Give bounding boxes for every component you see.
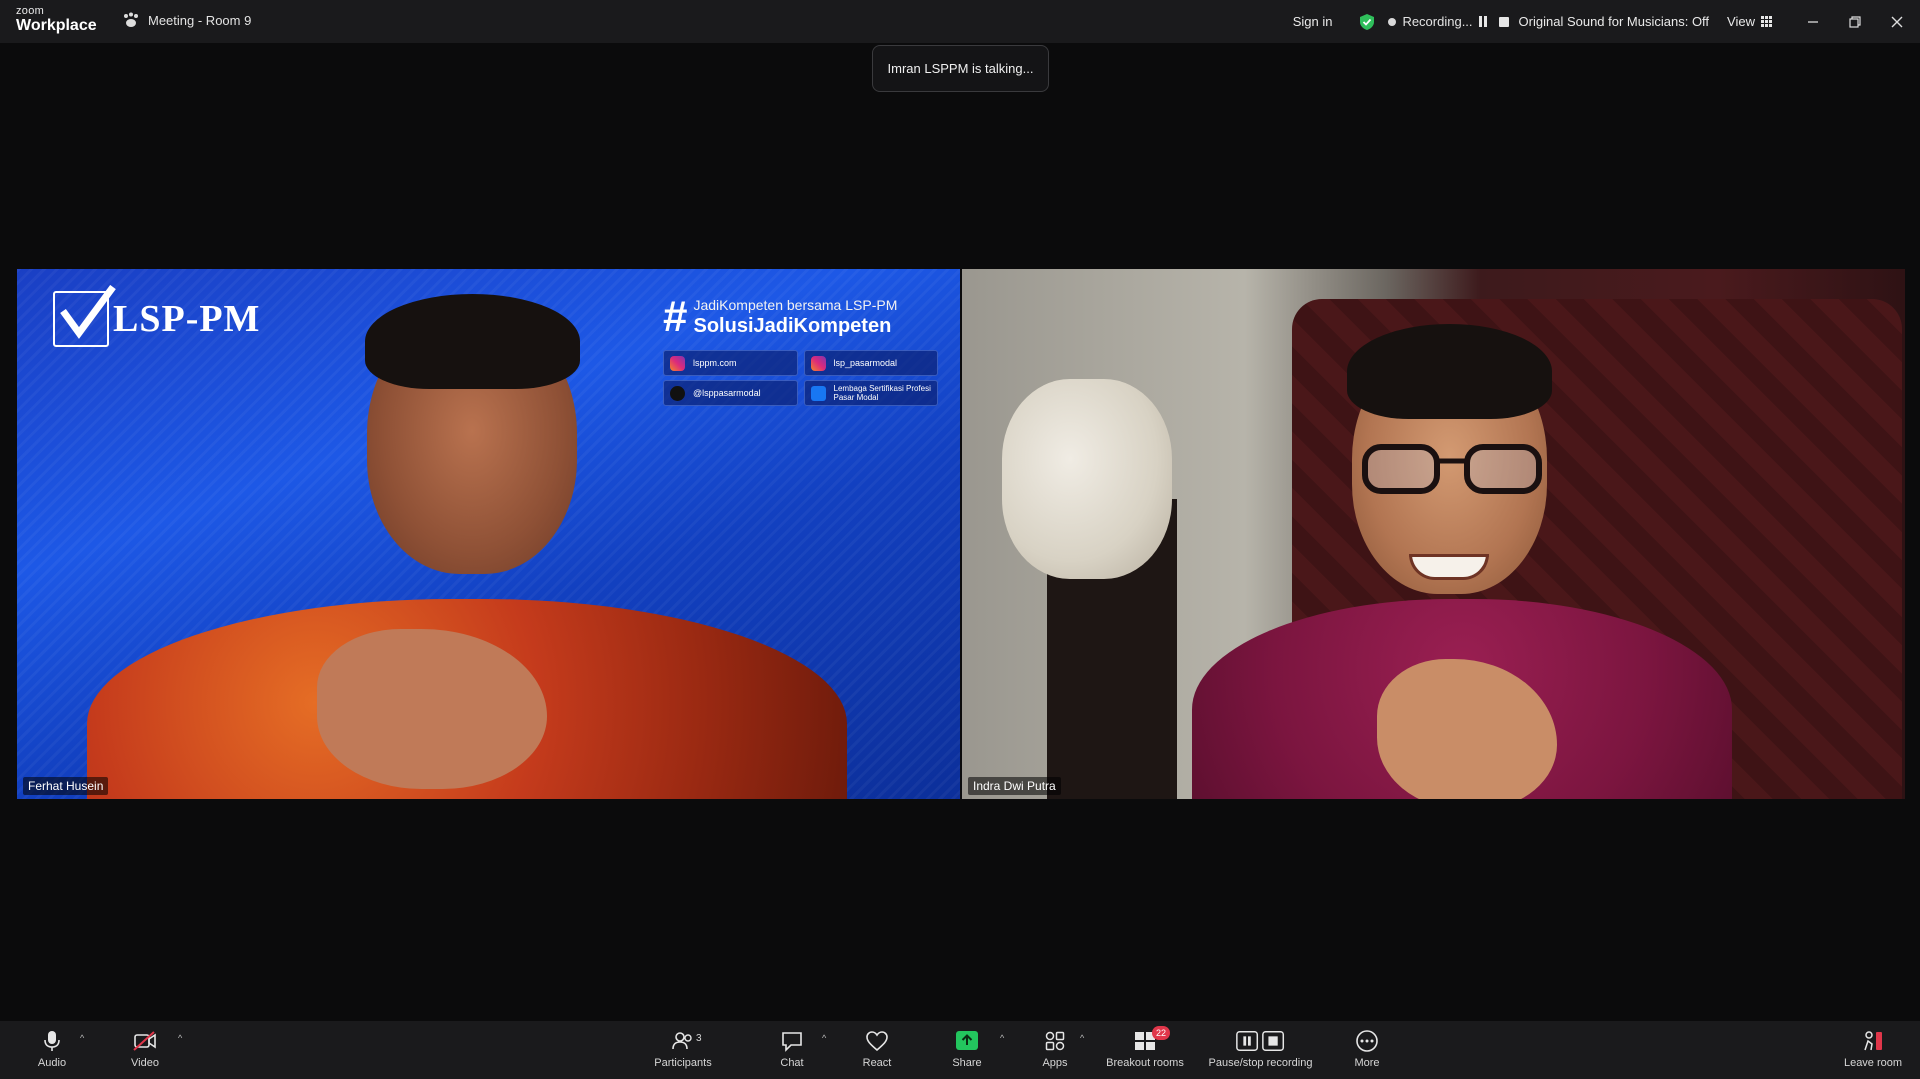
hashtag-line-2: SolusiJadiKompeten	[693, 315, 892, 337]
social-text: lsppm.com	[693, 358, 737, 368]
logo-bottom-text: Workplace	[16, 17, 97, 34]
recording-label: Recording...	[1402, 14, 1473, 29]
hashtag-icon: #	[663, 292, 688, 341]
lsp-pm-logo: LSP-PM	[53, 285, 261, 347]
microphone-icon	[44, 1031, 60, 1051]
background-banner: # JadiKompeten bersama LSP-PM SolusiJadi…	[663, 292, 938, 406]
social-text: lsp_pasarmodal	[833, 358, 898, 368]
video-tile-indra[interactable]: Indra Dwi Putra	[962, 269, 1905, 799]
video-tile-ferhat[interactable]: LSP-PM # JadiKompeten bersama LSP-PM Sol…	[17, 269, 960, 799]
react-label: React	[862, 1057, 892, 1069]
view-button[interactable]: View	[1727, 14, 1772, 29]
paw-icon	[124, 12, 138, 27]
video-options-chevron-icon[interactable]: ^	[178, 1033, 182, 1043]
instagram-icon	[810, 355, 826, 371]
social-text: @lsppasarmodal	[693, 388, 761, 398]
social-icon	[810, 385, 826, 401]
security-shield-icon[interactable]	[1358, 13, 1376, 31]
social-text: Lembaga Sertifikasi Profesi Pasar Modal	[833, 384, 931, 402]
audio-label: Audio	[37, 1057, 67, 1069]
view-label: View	[1727, 14, 1755, 29]
chat-label: Chat	[780, 1057, 804, 1069]
participant-name-tag: Indra Dwi Putra	[968, 777, 1061, 795]
meeting-title: Meeting - Room 9	[148, 12, 252, 28]
pause-stop-recording-button[interactable]: Pause/stop recording	[1193, 1029, 1328, 1069]
logo-top-text: zoom	[16, 5, 45, 17]
share-options-chevron-icon[interactable]: ^	[1000, 1033, 1004, 1043]
video-label: Video	[131, 1057, 159, 1069]
video-button[interactable]: Video	[100, 1029, 190, 1069]
chat-icon	[782, 1032, 802, 1052]
apps-options-chevron-icon[interactable]: ^	[1080, 1033, 1084, 1043]
more-button[interactable]: More	[1322, 1029, 1412, 1069]
heart-icon	[866, 1031, 888, 1052]
video-off-icon	[133, 1031, 156, 1051]
social-item: lsppm.com	[663, 350, 798, 376]
pause-stop-recording-icon	[1235, 1030, 1284, 1052]
minimize-icon[interactable]	[1806, 15, 1820, 29]
apps-icon	[1045, 1031, 1065, 1051]
apps-button[interactable]: Apps	[1010, 1029, 1100, 1069]
hashtag-line-1: JadiKompeten bersama LSP-PM	[693, 297, 898, 313]
pause-stop-recording-label: Pause/stop recording	[1208, 1057, 1313, 1069]
instagram-icon	[670, 355, 685, 371]
react-button[interactable]: React	[832, 1029, 922, 1069]
active-speaker-toast: Imran LSPPM is talking...	[872, 45, 1049, 92]
recording-indicator[interactable]: Recording...	[1388, 14, 1509, 29]
meeting-toolbar: Audio ^ Video ^ 3 Participants Chat ^ Re…	[0, 1021, 1920, 1079]
lsp-pm-logo-text: LSP-PM	[113, 298, 261, 340]
restore-icon[interactable]	[1848, 15, 1862, 29]
tiktok-icon	[670, 385, 685, 401]
more-label: More	[1354, 1057, 1380, 1069]
share-label: Share	[952, 1057, 982, 1069]
breakout-rooms-button[interactable]: 22 Breakout rooms	[1100, 1026, 1190, 1069]
original-sound-status[interactable]: Original Sound for Musicians: Off	[1519, 14, 1710, 29]
close-icon[interactable]	[1890, 15, 1904, 29]
breakout-rooms-badge: 22	[1152, 1026, 1170, 1040]
breakout-rooms-label: Breakout rooms	[1106, 1057, 1184, 1069]
participant-name-tag: Ferhat Husein	[23, 777, 109, 795]
active-speaker-text: Imran LSPPM is talking...	[887, 61, 1034, 76]
zoom-workplace-logo: zoom Workplace	[16, 5, 97, 34]
social-item: Lembaga Sertifikasi Profesi Pasar Modal	[803, 380, 938, 406]
apps-label: Apps	[1042, 1057, 1068, 1069]
participants-button[interactable]: 3 Participants	[638, 1029, 728, 1069]
share-screen-icon	[956, 1031, 978, 1050]
leave-room-icon	[1864, 1031, 1882, 1051]
grid-icon	[1761, 16, 1772, 27]
meeting-info[interactable]: Meeting - Room 9	[122, 12, 251, 28]
participants-count: 3	[696, 1033, 702, 1044]
audio-options-chevron-icon[interactable]: ^	[80, 1033, 84, 1043]
chat-options-chevron-icon[interactable]: ^	[822, 1033, 826, 1043]
stop-icon[interactable]	[1498, 16, 1509, 27]
social-item: lsp_pasarmodal	[803, 350, 938, 376]
title-bar: zoom Workplace Meeting - Room 9 Sign in …	[0, 0, 1920, 43]
participants-label: Participants	[654, 1057, 712, 1069]
more-icon	[1356, 1030, 1378, 1052]
participants-icon	[672, 1032, 692, 1050]
social-item: @lsppasarmodal	[663, 380, 798, 406]
recording-dot-icon	[1388, 17, 1397, 26]
pause-icon[interactable]	[1478, 16, 1487, 27]
leave-room-label: Leave room	[1843, 1057, 1903, 1069]
leave-room-button[interactable]: Leave room	[1828, 1029, 1918, 1069]
sign-in-button[interactable]: Sign in	[1285, 9, 1341, 34]
share-button[interactable]: Share	[922, 1029, 1012, 1069]
